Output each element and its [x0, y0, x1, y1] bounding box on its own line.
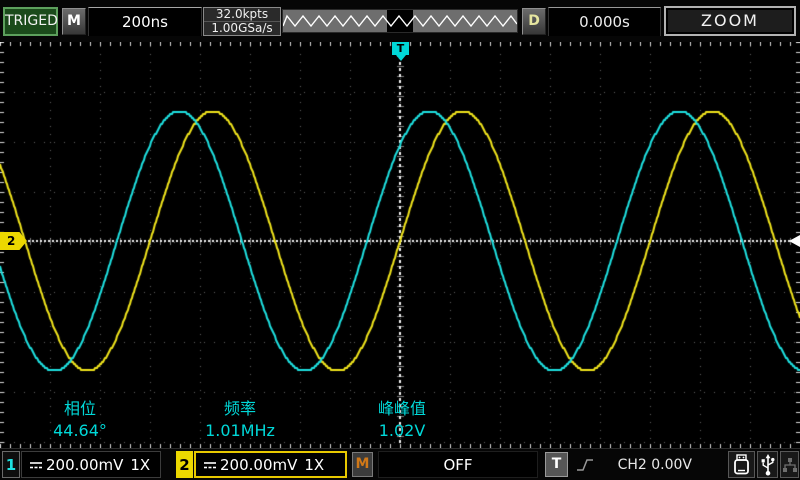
usb-drive-icon — [733, 454, 750, 475]
ch1-badge[interactable]: 1 — [2, 451, 20, 478]
memory-depth: 32.0kpts — [204, 8, 280, 22]
trigger-level-arrow-icon[interactable] — [789, 235, 800, 247]
oscilloscope-screen: { "colors": { "ch1": "#1ee0e0", "ch2": "… — [0, 0, 800, 480]
rising-edge-icon — [576, 457, 594, 473]
acquisition-readout: 32.0kpts 1.00GSa/s — [203, 7, 281, 36]
math-button[interactable]: M — [352, 452, 373, 477]
measurement-label: 频率 — [178, 398, 302, 420]
ch2-scale: 200.00mV — [220, 456, 297, 474]
measurement-value: 1.02V — [340, 420, 464, 442]
ch1-settings[interactable]: 200.00mV 1X — [21, 451, 161, 478]
waveform-canvas — [0, 42, 800, 448]
ch2-probe: 1X — [304, 456, 324, 474]
math-status[interactable]: OFF — [378, 451, 538, 478]
preview-zigzag-icon — [283, 10, 517, 32]
measurement-value: 1.01MHz — [178, 420, 302, 442]
ch2-badge[interactable]: 2 — [176, 451, 193, 478]
sample-rate: 1.00GSa/s — [204, 22, 280, 35]
horizontal-delay-readout: 0.000s — [548, 7, 661, 36]
trigger-status-badge: TRIGED — [3, 7, 58, 36]
measurement-peak-to-peak: 峰峰值 1.02V — [340, 398, 464, 442]
measurement-value: 44.64° — [18, 420, 142, 442]
waveform-preview-strip[interactable] — [282, 9, 518, 33]
dc-coupling-icon — [203, 460, 217, 470]
measurement-phase: 相位 44.64° — [18, 398, 142, 442]
timebase-readout: 200ns — [88, 7, 202, 36]
lan-icon — [782, 457, 798, 473]
top-status-bar: TRIGED M 200ns 32.0kpts 1.00GSa/s D 0.00… — [0, 0, 800, 42]
trigger-settings[interactable]: CH2 0.00V — [570, 451, 702, 478]
dc-coupling-icon — [29, 460, 43, 470]
lan-status — [780, 451, 799, 478]
ch1-scale: 200.00mV — [46, 456, 123, 474]
waveform-display: T 2 相位 44.64° 频率 1.01MHz 峰峰值 1.02V — [0, 42, 800, 448]
display-button[interactable]: D — [522, 8, 546, 35]
menu-button[interactable]: M — [62, 8, 86, 35]
usb-device-status — [757, 451, 778, 478]
measurement-frequency: 频率 1.01MHz — [178, 398, 302, 442]
trigger-position-marker[interactable]: T — [392, 42, 409, 55]
usb-icon — [761, 454, 775, 476]
measurement-label: 相位 — [18, 398, 142, 420]
zoom-button[interactable]: ZOOM — [664, 6, 796, 36]
measurement-label: 峰峰值 — [340, 398, 464, 420]
usb-drive-status — [728, 451, 755, 478]
ch1-probe: 1X — [130, 456, 150, 474]
trigger-menu-button[interactable]: T — [545, 452, 568, 477]
bottom-status-bar: 1 200.00mV 1X 2 200.00mV 1X M OFF T CH2 … — [0, 448, 800, 480]
ch2-settings[interactable]: 200.00mV 1X — [194, 451, 347, 478]
trigger-source-level: CH2 0.00V — [618, 457, 692, 473]
